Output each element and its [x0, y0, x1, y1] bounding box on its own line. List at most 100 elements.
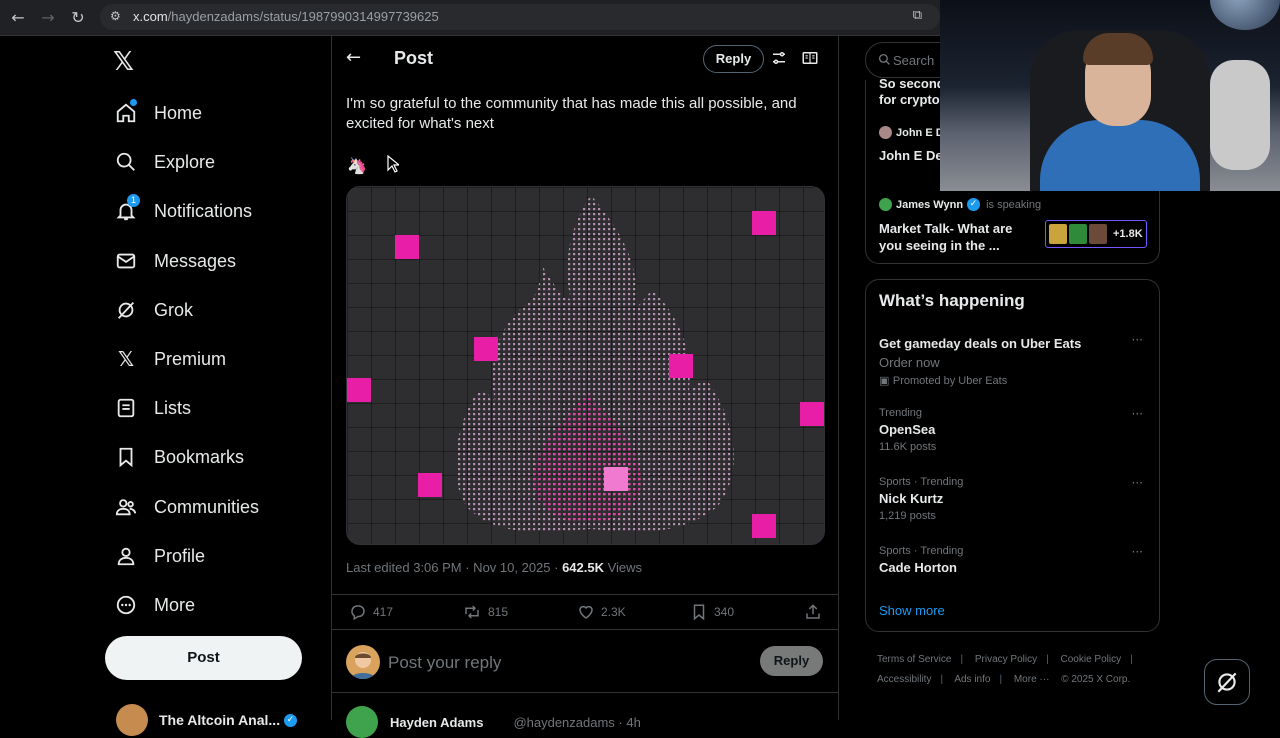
post-button[interactable]: Post [105, 636, 302, 680]
search-icon [114, 150, 138, 174]
post-meta: Last edited 3:06 PM · Nov 10, 2025 · 642… [346, 560, 642, 575]
privacy-link[interactable]: Privacy Policy [975, 654, 1037, 665]
home-icon [114, 99, 138, 125]
url-text: x.com/haydenzadams/status/19879903149977… [133, 9, 439, 24]
nav-profile[interactable]: Profile [114, 541, 205, 571]
space-title[interactable]: Market Talk- What are you seeing in the … [879, 220, 1029, 254]
pixel-square [604, 467, 628, 491]
space-title-line2[interactable]: for crypto [879, 92, 940, 107]
nav-explore[interactable]: Explore [114, 147, 215, 177]
account-switcher[interactable]: The Altcoin Anal... ✓ [116, 704, 298, 736]
back-arrow-icon[interactable]: ← [346, 47, 361, 68]
more-link[interactable]: More ··· [1014, 674, 1050, 685]
nav-grok[interactable]: Grok [114, 295, 193, 325]
more-options-icon[interactable]: ··· [1132, 476, 1143, 490]
heart-icon [579, 605, 593, 619]
promoted-icon: ▣ [879, 374, 893, 387]
like-action[interactable]: 2.3K [577, 603, 626, 621]
nav-home-label: Home [154, 102, 203, 123]
x-logo-icon: 𝕏 [117, 347, 135, 371]
trend-item[interactable]: Sports · Trending Nick Kurtz 1,219 posts… [879, 476, 1149, 522]
avatar [346, 645, 380, 679]
pixel-square [418, 473, 442, 497]
page-title: Post [394, 48, 434, 68]
nav-premium[interactable]: 𝕏 Premium [114, 344, 226, 374]
accessibility-link[interactable]: Accessibility [877, 674, 931, 685]
more-options-icon[interactable]: ··· [1132, 545, 1143, 559]
nav-more[interactable]: More [114, 590, 195, 620]
person-hair [1083, 33, 1153, 65]
trend-item[interactable]: Trending OpenSea 11.6K posts ··· [879, 407, 1149, 453]
avatar [1089, 224, 1107, 244]
forward-arrow-icon[interactable]: → [38, 8, 58, 28]
nav-bookmarks[interactable]: Bookmarks [114, 442, 244, 472]
webcam-overlay [940, 0, 1280, 191]
terms-link[interactable]: Terms of Service [877, 654, 951, 665]
address-bar[interactable]: ⚙ x.com/haydenzadams/status/198799031499… [100, 4, 940, 30]
post-image[interactable] [346, 186, 825, 545]
site-settings-icon[interactable]: ⚙ [110, 9, 121, 23]
reply-action[interactable]: 417 [349, 603, 393, 621]
grok-icon [114, 298, 138, 322]
grok-floating-button[interactable] [1204, 659, 1250, 705]
reply-filter-button[interactable]: Reply [703, 45, 764, 73]
trend-item[interactable]: Get gameday deals on Uber Eats Order now… [879, 333, 1149, 387]
nav-communities[interactable]: Communities [114, 492, 259, 522]
more-options-icon[interactable]: ··· [1132, 407, 1143, 421]
account-name: The Altcoin Anal... [159, 712, 281, 728]
bookmark-action[interactable]: 340 [690, 603, 734, 621]
edited-timestamp[interactable]: Last edited 3:06 PM · Nov 10, 2025 · [346, 560, 562, 575]
avatar [879, 126, 892, 139]
trend-item[interactable]: Sports · Trending Cade Horton ··· [879, 545, 1149, 575]
space-listeners[interactable]: +1.8K [1045, 220, 1147, 248]
promoted-label: ▣ Promoted by Uber Eats [879, 374, 1008, 387]
post-text: I'm so grateful to the community that ha… [346, 95, 797, 132]
nav-home[interactable]: Home [114, 98, 202, 128]
reply-input[interactable]: Post your reply [388, 653, 501, 673]
reader-view-icon[interactable] [801, 49, 821, 69]
space-host[interactable]: John E D [879, 126, 944, 139]
x-logo-icon[interactable]: 𝕏 [113, 47, 134, 77]
nav-explore-label: Explore [154, 151, 216, 172]
nav-more-label: More [154, 594, 196, 615]
cast-icon[interactable]: ⧉ [913, 8, 922, 23]
section-title: What’s happening [879, 291, 1025, 310]
trend-title: Get gameday deals on Uber Eats [879, 336, 1082, 351]
nav-messages[interactable]: Messages [114, 246, 236, 276]
reply-submit-button[interactable]: Reply [760, 646, 823, 676]
pixel-square [752, 514, 776, 538]
repost-action[interactable]: 815 [462, 603, 508, 621]
show-more-link[interactable]: Show more [879, 603, 945, 618]
reply-author-handle: @haydenzadams · 4h [513, 714, 641, 730]
trend-context: Sports · Trending [879, 545, 964, 557]
nav-messages-label: Messages [154, 250, 237, 271]
space-host-name: John E D [896, 126, 944, 139]
back-arrow-icon[interactable]: ← [8, 8, 28, 28]
next-reply-preview[interactable]: Hayden Adams @haydenzadams · 4h [346, 706, 641, 738]
cookie-link[interactable]: Cookie Policy [1061, 654, 1122, 665]
like-count: 2.3K [601, 605, 626, 619]
list-icon [114, 396, 138, 420]
share-icon [806, 604, 820, 619]
nav-notifications-label: Notifications [154, 200, 253, 221]
people-icon [114, 495, 138, 519]
reload-icon[interactable]: ↻ [68, 8, 88, 28]
nav-communities-label: Communities [154, 496, 260, 517]
nav-lists[interactable]: Lists [114, 393, 191, 423]
copyright: © 2025 X Corp. [1061, 674, 1131, 685]
ads-info-link[interactable]: Ads info [954, 674, 990, 685]
listener-count: +1.8K [1113, 228, 1143, 240]
space-host[interactable]: James Wynn ✓ is speaking [879, 198, 1041, 211]
verified-badge-icon: ✓ [284, 713, 298, 727]
more-options-icon[interactable]: ··· [1132, 333, 1143, 347]
sliders-icon[interactable] [770, 49, 790, 69]
nav-notifications[interactable]: 1 Notifications [114, 194, 253, 226]
search-icon [878, 53, 891, 71]
pixel-square [800, 402, 824, 426]
space-title[interactable]: So second [879, 76, 945, 91]
repost-count: 815 [488, 605, 509, 619]
post-actions: 417 815 2.3K 340 [332, 594, 838, 630]
share-action[interactable] [804, 603, 828, 621]
unicorn-emoji: 🦄 [347, 156, 367, 175]
reply-author-name: Hayden Adams [390, 714, 484, 730]
